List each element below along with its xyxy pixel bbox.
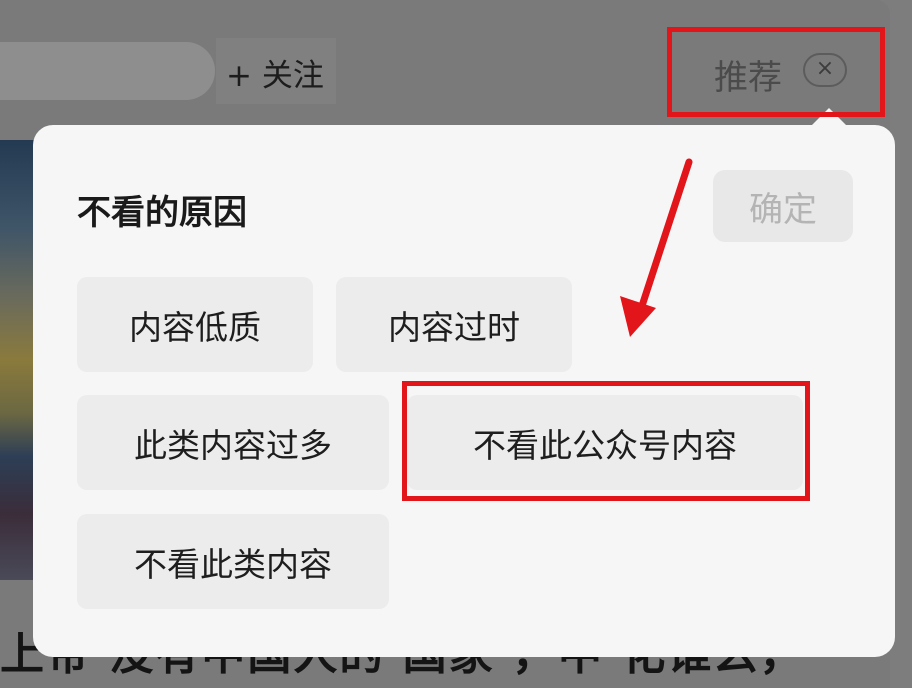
annotation-arrow-icon — [620, 158, 693, 337]
